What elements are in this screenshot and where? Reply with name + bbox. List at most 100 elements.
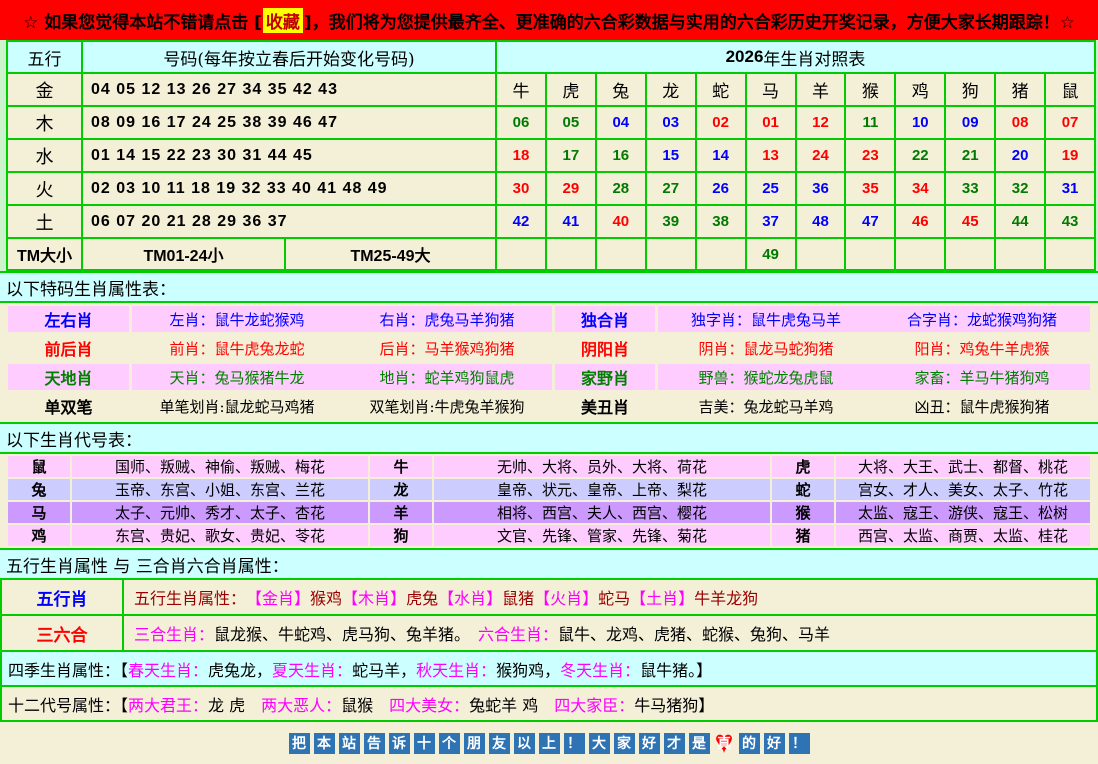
zodiac-year: 2026 <box>726 47 764 67</box>
zodiac-number-cell: 02 <box>697 107 745 138</box>
attr-row: 天地肖天肖：兔马猴猪牛龙地肖：蛇羊鸡狗鼠虎家野肖野兽：猴蛇龙兔虎鼠家畜：羊马牛猪… <box>8 364 1090 390</box>
text-segment: 十二代号属性：【 <box>8 692 128 716</box>
footer-tile: 告 <box>364 733 385 754</box>
zodiac-number-cell: 26 <box>697 173 745 204</box>
footer-tile-char: 真 <box>717 733 731 753</box>
zodiac-number-cell: 32 <box>996 173 1044 204</box>
text-segment: 三合生肖： <box>134 621 214 645</box>
wuxing-label: 五行肖 <box>2 580 124 614</box>
zodiac-number-cell <box>946 239 994 269</box>
footer-tile: 本 <box>314 733 335 754</box>
attr-values-right: 吉美：兔龙蛇马羊鸡凶丑：鼠牛虎猴狗猪 <box>658 393 1090 419</box>
text-segment: 春天生肖： <box>128 657 208 681</box>
numbers-cell: 04 05 12 13 26 27 34 35 42 43 <box>83 74 495 105</box>
zodiac-header-cell: 鸡 <box>896 74 944 105</box>
text-segment: 蛇马羊， <box>352 657 416 681</box>
zodiac-number-cell: 31 <box>1046 173 1094 204</box>
zodiac-number-cell: 42 <box>497 206 545 237</box>
footer-tile: ！ <box>564 733 585 754</box>
attr-table: 左右肖左肖：鼠牛龙蛇猴鸡右肖：虎兔马羊狗猪独合肖独字肖：鼠牛虎兔马羊合字肖：龙蛇… <box>0 303 1098 422</box>
numbers-cell: 06 07 20 21 28 29 36 37 <box>83 206 495 237</box>
zodiac-number-cell: 22 <box>896 140 944 171</box>
text-segment: 六合生肖： <box>478 621 558 645</box>
zodiac-number-cell: 33 <box>946 173 994 204</box>
attr-value: 双笔划肖:牛虎兔羊猴狗 <box>369 396 524 417</box>
footer-tile: 大 <box>589 733 610 754</box>
zodiac-code-label: 猪 <box>772 525 834 546</box>
text-segment: 五行生肖属性： <box>134 585 246 609</box>
zodiac-code-label: 兔 <box>8 479 70 500</box>
zodiac-code-value: 西宫、太监、商贾、太监、桂花 <box>836 525 1090 546</box>
zodiac-header-cell: 猴 <box>846 74 894 105</box>
tm-size-label: TM大小 <box>8 239 81 269</box>
text-segment: 鼠猴 <box>341 692 389 716</box>
zodiac-number-cell: 35 <box>846 173 894 204</box>
zodiac-number-cell: 38 <box>697 206 745 237</box>
banner-text-suffix: ]，我们将为您提供最齐全、更准确的六合彩数据与实用的六合彩历史开奖记录，方便大家… <box>304 8 1075 33</box>
sanliuhe-property-row: 三六合 三合生肖：鼠龙猴、牛蛇鸡、虎马狗、兔羊猪。 六合生肖：鼠牛、龙鸡、虎猪、… <box>0 616 1098 652</box>
text-segment: 四大家臣： <box>554 692 634 716</box>
footer-slogan: 把本站告诉十个朋友以上！大家好才是真的好！ <box>0 722 1098 764</box>
codes-row: 鸡东宫、贵妃、歌女、贵妃、苓花狗文官、先锋、管家、先锋、菊花猪西宫、太监、商贾、… <box>8 525 1090 546</box>
zodiac-number-cell: 13 <box>747 140 795 171</box>
zodiac-number-cell: 48 <box>797 206 845 237</box>
section-title-attr: 以下特码生肖属性表： <box>0 271 1098 303</box>
zodiac-number-cell: 06 <box>497 107 545 138</box>
footer-tile: 好 <box>764 733 785 754</box>
footer-tile-char: 是 <box>692 733 706 753</box>
section-title-wuxing: 五行生肖属性 与 三合肖六合肖属性： <box>0 548 1098 580</box>
attr-category-label: 单双笔 <box>8 393 129 419</box>
zodiac-code-label: 蛇 <box>772 479 834 500</box>
attr-value: 天肖：兔马猴猪牛龙 <box>169 367 304 388</box>
attr-category-label: 左右肖 <box>8 306 129 332</box>
zodiac-code-label: 虎 <box>772 456 834 477</box>
zodiac-code-value: 大将、大王、武士、都督、桃花 <box>836 456 1090 477</box>
element-cell: 土 <box>8 206 81 237</box>
zodiac-number-cell: 21 <box>946 140 994 171</box>
attr-row: 左右肖左肖：鼠牛龙蛇猴鸡右肖：虎兔马羊狗猪独合肖独字肖：鼠牛虎兔马羊合字肖：龙蛇… <box>8 306 1090 332</box>
codes-table: 鼠国师、叛贼、神偷、叛贼、梅花牛无帅、大将、员外、大将、荷花虎大将、大王、武士、… <box>0 454 1098 548</box>
zodiac-number-cell <box>547 239 595 269</box>
zodiac-number-cell: 40 <box>597 206 645 237</box>
zodiac-number-cell: 24 <box>797 140 845 171</box>
text-segment: 兔蛇羊 鸡 <box>469 692 554 716</box>
zodiac-number-cell: 45 <box>946 206 994 237</box>
text-segment: 秋天生肖： <box>416 657 496 681</box>
text-segment: 虎兔 <box>406 585 438 609</box>
footer-tile: 上 <box>539 733 560 754</box>
zodiac-code-value: 皇帝、状元、皇帝、上帝、梨花 <box>434 479 770 500</box>
bookmark-link[interactable]: 收藏 <box>263 8 303 33</box>
zodiac-code-value: 玉帝、东宫、小姐、东宫、兰花 <box>72 479 368 500</box>
banner-text-prefix: ☆ 如果您觉得本站不错请点击 [ <box>23 8 262 33</box>
attr-value: 凶丑：鼠牛虎猴狗猪 <box>914 396 1049 417</box>
attr-value: 阴肖：鼠龙马蛇狗猪 <box>698 338 833 359</box>
attr-value: 前肖：鼠牛虎兔龙蛇 <box>169 338 304 359</box>
zodiac-code-label: 鸡 <box>8 525 70 546</box>
tm-big-range: TM25-49大 <box>284 239 495 269</box>
zodiac-code-value: 国师、叛贼、神偷、叛贼、梅花 <box>72 456 368 477</box>
zodiac-header-cell: 兔 <box>597 74 645 105</box>
attr-value: 单笔划肖:鼠龙蛇马鸡猪 <box>159 396 314 417</box>
zodiac-number-cell: 14 <box>697 140 745 171</box>
codes-row: 鼠国师、叛贼、神偷、叛贼、梅花牛无帅、大将、员外、大将、荷花虎大将、大王、武士、… <box>8 456 1090 477</box>
zodiac-number-cell: 08 <box>996 107 1044 138</box>
zodiac-code-label: 鼠 <box>8 456 70 477</box>
zodiac-header-cell: 蛇 <box>697 74 745 105</box>
zodiac-number-cell: 17 <box>547 140 595 171</box>
attr-value: 左肖：鼠牛龙蛇猴鸡 <box>169 309 304 330</box>
zodiac-number-cell <box>896 239 944 269</box>
footer-tile-char: 的 <box>742 733 756 753</box>
attr-row: 前后肖前肖：鼠牛虎兔龙蛇后肖：马羊猴鸡狗猪阴阳肖阴肖：鼠龙马蛇狗猪阳肖：鸡兔牛羊… <box>8 335 1090 361</box>
twelve-codes-row: 十二代号属性：【两大君王：龙 虎 两大恶人：鼠猴 四大美女：兔蛇羊 鸡 四大家臣… <box>0 687 1098 722</box>
zodiac-header-cell: 牛 <box>497 74 545 105</box>
zodiac-number-cell <box>996 239 1044 269</box>
footer-tile: 友 <box>489 733 510 754</box>
footer-tile: 个 <box>439 733 460 754</box>
zodiac-number-cell <box>597 239 645 269</box>
attr-value: 阳肖：鸡兔牛羊虎猴 <box>914 338 1049 359</box>
zodiac-number-cell: 34 <box>896 173 944 204</box>
zodiac-reference-table: 五行 号码(每年按立春后开始变化号码) 2026年生肖对照表 金04 05 12… <box>6 40 1096 271</box>
text-segment: 四大美女： <box>389 692 469 716</box>
wuxing-text: 五行生肖属性：【金肖】猴鸡 【木肖】虎兔 【水肖】鼠猪 【火肖】蛇马 【土肖】牛… <box>124 580 758 614</box>
zodiac-code-value: 无帅、大将、员外、大将、荷花 <box>434 456 770 477</box>
